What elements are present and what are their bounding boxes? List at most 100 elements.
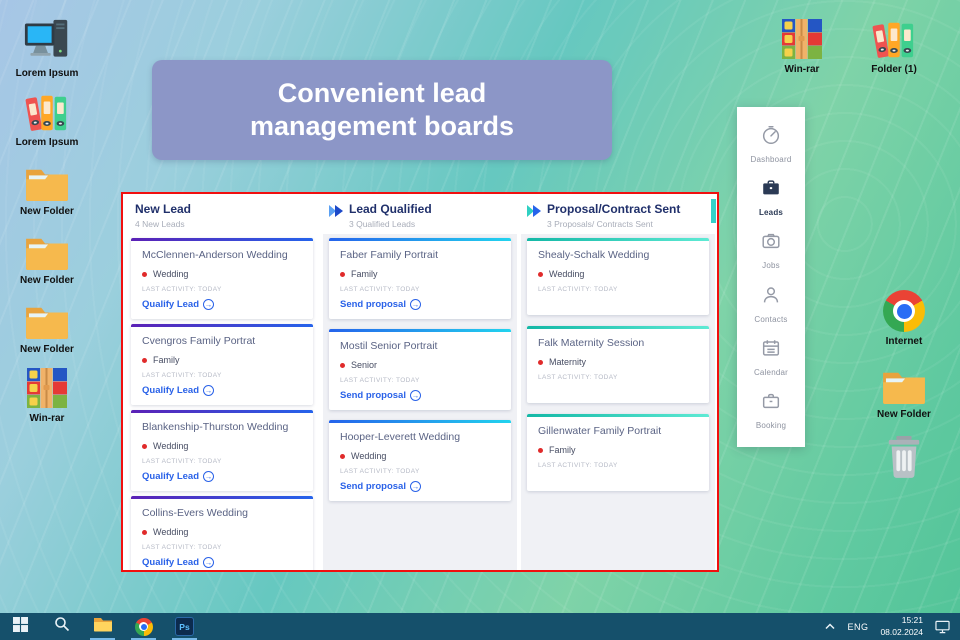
desktop-icon-new-folder[interactable]: New Folder bbox=[5, 294, 89, 355]
computer-icon bbox=[22, 18, 72, 64]
column-header: Lead Qualified 3 Qualified Leads bbox=[321, 194, 519, 234]
photoshop-icon: Ps bbox=[175, 617, 194, 636]
lead-card-mostil-senior-portrait[interactable]: Mostil Senior Portrait Senior LAST ACTIV… bbox=[329, 329, 511, 410]
winrar-icon bbox=[26, 363, 68, 409]
folder-icon bbox=[23, 294, 71, 340]
board-column-proposal-contract-sent: Proposal/Contract Sent 3 Proposals/ Cont… bbox=[519, 194, 717, 570]
lead-card-hooper-leverett-wedding[interactable]: Hooper-Leverett Wedding Wedding LAST ACT… bbox=[329, 420, 511, 501]
desktop-icon-folder-1[interactable]: Folder (1) bbox=[852, 14, 936, 75]
arrow-circle-icon: → bbox=[203, 557, 215, 568]
action-label: Send proposal bbox=[340, 481, 406, 492]
last-activity: LAST ACTIVITY: TODAY bbox=[340, 286, 420, 293]
card-action-link[interactable]: Send proposal → bbox=[340, 299, 500, 310]
winrar-icon bbox=[781, 14, 823, 60]
sidebar-item-dashboard[interactable]: Dashboard bbox=[751, 124, 792, 164]
tag-label: Family bbox=[549, 445, 576, 455]
lead-card-gillenwater-family-portrait[interactable]: Gillenwater Family Portrait Family LAST … bbox=[527, 414, 709, 491]
desktop-icon-new-folder[interactable]: New Folder bbox=[5, 225, 89, 286]
last-activity: LAST ACTIVITY: TODAY bbox=[142, 544, 222, 551]
clock-time: 15:21 bbox=[901, 615, 923, 626]
binders-icon bbox=[25, 87, 69, 133]
briefcase-outline-icon bbox=[760, 390, 782, 417]
desktop-icon-label: Internet bbox=[885, 336, 923, 347]
lead-tag: Wedding bbox=[142, 527, 302, 537]
sidebar-item-jobs[interactable]: Jobs bbox=[760, 230, 782, 270]
banner-line-1: Convenient lead bbox=[277, 77, 487, 108]
desktop-icon-lorem-ipsum[interactable]: Lorem Ipsum bbox=[5, 87, 89, 148]
tag-label: Wedding bbox=[153, 527, 189, 537]
lead-name: Cvengros Family Portrat bbox=[142, 335, 256, 347]
card-content: Faber Family Portrait Family LAST ACTIVI… bbox=[329, 241, 511, 319]
last-activity: LAST ACTIVITY: TODAY bbox=[142, 372, 222, 379]
sidebar-item-label: Jobs bbox=[762, 261, 780, 271]
card-content: Collins-Evers Wedding Wedding LAST ACTIV… bbox=[131, 499, 313, 570]
lead-name: Hooper-Leverett Wedding bbox=[340, 431, 461, 443]
arrow-circle-icon: → bbox=[203, 471, 215, 482]
language-indicator[interactable]: ENG bbox=[847, 622, 868, 632]
sidebar-item-contacts[interactable]: Contacts bbox=[754, 284, 787, 324]
banner-line-2: management boards bbox=[249, 111, 515, 141]
tag-dot-icon bbox=[538, 359, 543, 365]
column-title: New Lead bbox=[135, 202, 192, 216]
taskbar-button-file-explorer[interactable] bbox=[82, 613, 123, 640]
desktop-icon-new-folder[interactable]: New Folder bbox=[5, 156, 89, 217]
tag-label: Maternity bbox=[549, 357, 587, 367]
column-subtitle: 3 Qualified Leads bbox=[349, 219, 416, 229]
card-action-link[interactable]: Qualify Lead → bbox=[142, 299, 302, 310]
search-icon bbox=[54, 616, 70, 637]
desktop-icon-lorem-ipsum[interactable]: Lorem Ipsum bbox=[5, 18, 89, 79]
camera-icon bbox=[760, 230, 782, 257]
tag-dot-icon bbox=[142, 271, 147, 277]
taskbar-button-search[interactable] bbox=[41, 613, 82, 640]
card-action-link[interactable]: Qualify Lead → bbox=[142, 471, 302, 482]
notification-icon[interactable] bbox=[935, 620, 950, 634]
chevron-up-icon[interactable] bbox=[825, 622, 835, 631]
column-subtitle: 4 New Leads bbox=[135, 219, 185, 229]
taskbar-apps: Ps bbox=[0, 613, 205, 640]
sidebar-item-label: Leads bbox=[758, 208, 784, 218]
sidebar-item-label: Booking bbox=[755, 420, 787, 430]
card-content: Mostil Senior Portrait Senior LAST ACTIV… bbox=[329, 332, 511, 410]
lead-name: Faber Family Portrait bbox=[340, 249, 439, 261]
card-action-link[interactable]: Qualify Lead → bbox=[142, 557, 302, 568]
card-action-link[interactable]: Qualify Lead → bbox=[142, 385, 302, 396]
lead-card-faber-family-portrait[interactable]: Faber Family Portrait Family LAST ACTIVI… bbox=[329, 238, 511, 319]
board-scrollbar[interactable] bbox=[711, 199, 716, 223]
taskbar-button-start[interactable] bbox=[0, 613, 41, 640]
sidebar-item-calendar[interactable]: Calendar bbox=[754, 337, 788, 377]
desktop-icon-internet[interactable]: Internet bbox=[862, 286, 946, 347]
chrome-icon bbox=[134, 617, 153, 636]
desktop-icon-label: New Folder bbox=[20, 206, 74, 217]
sidebar-item-leads[interactable]: Leads bbox=[759, 177, 783, 217]
desktop-icon-win-rar[interactable]: Win-rar bbox=[760, 14, 844, 75]
desktop-icon-new-folder[interactable]: New Folder bbox=[862, 359, 946, 420]
lead-card-cvengros-family-portrat[interactable]: Cvengros Family Portrat Family LAST ACTI… bbox=[131, 324, 313, 405]
sidebar-item-booking[interactable]: Booking bbox=[756, 390, 786, 430]
desktop-icons-right: Internet New Folder bbox=[862, 286, 946, 493]
lead-tag: Wedding bbox=[142, 269, 302, 279]
tag-dot-icon bbox=[340, 271, 345, 277]
taskbar-clock[interactable]: 15:21 08.02.2024 bbox=[880, 615, 923, 637]
action-label: Qualify Lead bbox=[142, 471, 200, 482]
last-activity: LAST ACTIVITY: TODAY bbox=[538, 374, 618, 381]
lead-card-blankenship-thurston-wedding[interactable]: Blankenship-Thurston Wedding Wedding LAS… bbox=[131, 410, 313, 491]
lead-card-falk-maternity-session[interactable]: Falk Maternity Session Maternity LAST AC… bbox=[527, 326, 709, 403]
arrow-circle-icon: → bbox=[203, 385, 215, 396]
last-activity: LAST ACTIVITY: TODAY bbox=[538, 462, 618, 469]
taskbar-button-photoshop[interactable]: Ps bbox=[164, 613, 205, 640]
desktop-icon-label: Lorem Ipsum bbox=[15, 68, 79, 79]
lead-board-window: New Lead 4 New Leads McClennen-Anderson … bbox=[121, 192, 719, 572]
last-activity: LAST ACTIVITY: TODAY bbox=[538, 286, 618, 293]
desktop-icon-win-rar[interactable]: Win-rar bbox=[5, 363, 89, 424]
card-action-link[interactable]: Send proposal → bbox=[340, 481, 500, 492]
lead-card-mcclennen-anderson-wedding[interactable]: McClennen-Anderson Wedding Wedding LAST … bbox=[131, 238, 313, 319]
card-action-link[interactable]: Send proposal → bbox=[340, 390, 500, 401]
lead-card-collins-evers-wedding[interactable]: Collins-Evers Wedding Wedding LAST ACTIV… bbox=[131, 496, 313, 570]
lead-card-shealy-schalk-wedding[interactable]: Shealy-Schalk Wedding Wedding LAST ACTIV… bbox=[527, 238, 709, 315]
action-label: Qualify Lead bbox=[142, 299, 200, 310]
desktop-icons-left: Lorem Ipsum Lorem Ipsum New Folder New F… bbox=[5, 18, 89, 424]
lead-tag: Family bbox=[142, 355, 302, 365]
folder-icon bbox=[880, 359, 928, 405]
taskbar-button-chrome[interactable] bbox=[123, 613, 164, 640]
desktop-icon-recycle-bin[interactable] bbox=[862, 432, 946, 493]
